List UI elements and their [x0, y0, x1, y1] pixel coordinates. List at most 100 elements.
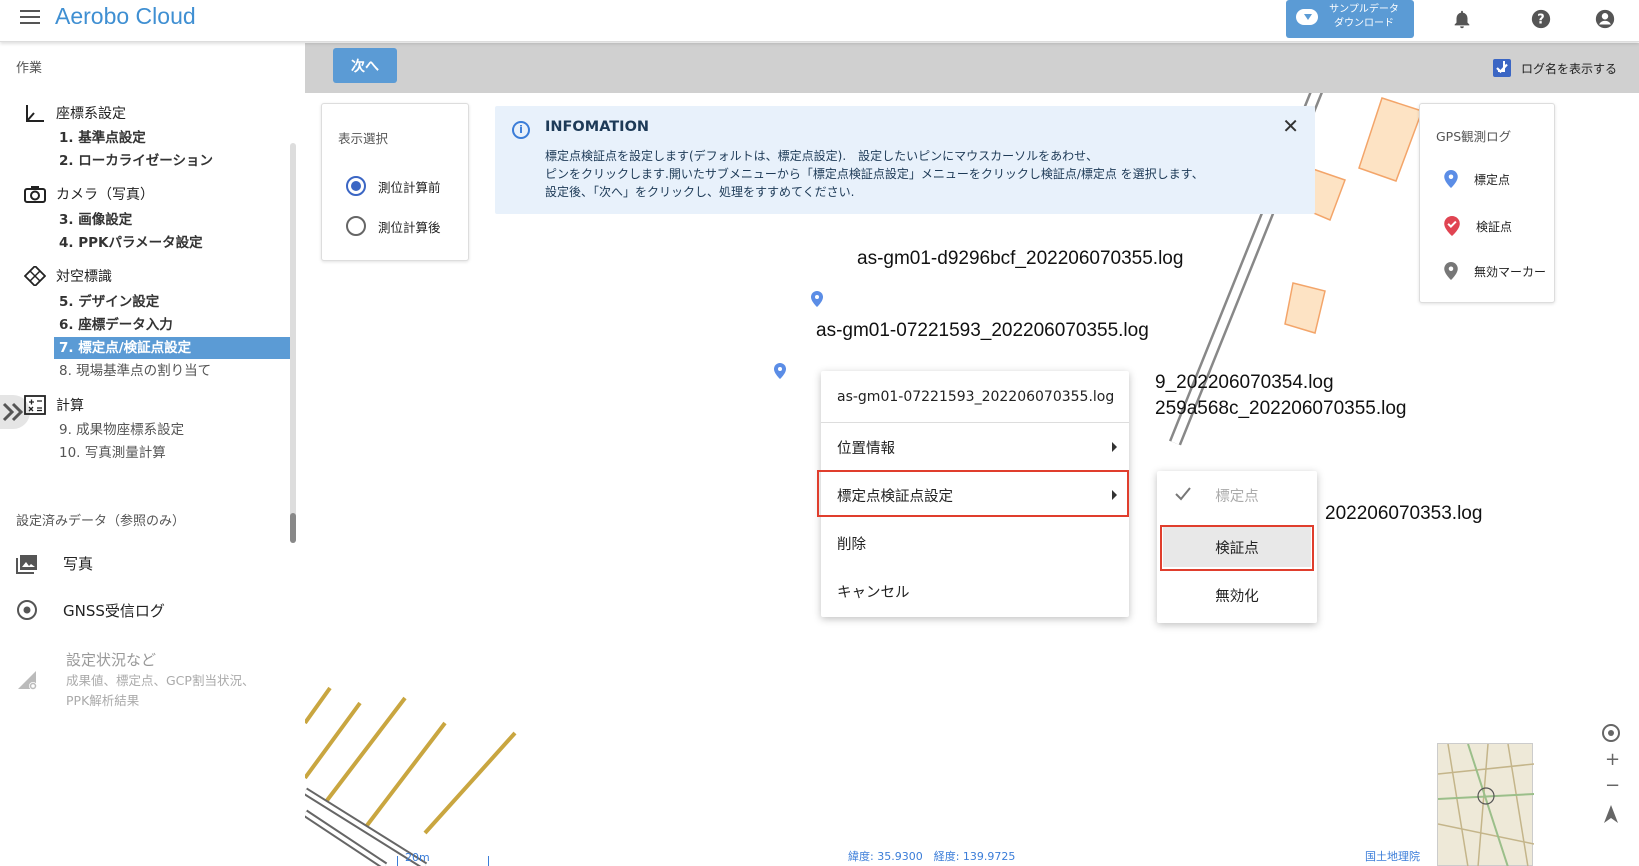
sidebar-scrollbar[interactable]	[290, 143, 296, 543]
sidebar-item-design[interactable]: 5. デザイン設定	[54, 291, 290, 313]
map-log-label: as-gm01-d9296bcf_202206070355.log	[857, 248, 1184, 269]
legend-item-invalid: 無効マーカー	[1444, 262, 1546, 280]
calculator-icon	[24, 395, 46, 415]
display-select-title: 表示選択	[338, 131, 389, 146]
map-log-label: 202206070353.log	[1325, 503, 1483, 524]
radio-unselected-icon[interactable]	[346, 216, 366, 236]
radio-label: 測位計算前	[378, 179, 441, 195]
menu-item-location[interactable]: 位置情報	[821, 427, 1129, 467]
photo-icon	[16, 554, 37, 574]
sidebar-item-localization[interactable]: 2. ローカライゼーション	[54, 150, 290, 172]
ref-item-gnss-log[interactable]: GNSS受信ログ	[16, 599, 165, 621]
sidebar-item-photogrammetry[interactable]: 10. 写真測量計算	[54, 442, 290, 464]
ref-data-title: 設定済みデータ（参照のみ）	[16, 514, 186, 529]
pin-gray-icon	[1444, 262, 1458, 280]
info-banner: i INFOMATION 標定点検証点を設定します(デフォルトは、標定点設定).…	[495, 106, 1315, 214]
legend-item-gcp: 標定点	[1444, 170, 1510, 188]
show-logname-checkbox[interactable]	[1492, 59, 1511, 77]
settings-status-icon	[16, 667, 40, 695]
status-description: 成果値、標定点、GCP割当状況、 PPK解析結果	[66, 671, 254, 711]
sidebar-item-base-point[interactable]: 1. 基準点設定	[54, 127, 290, 149]
info-line: 標定点検証点を設定します(デフォルトは、標定点設定). 設定したいピンにマウスカ…	[545, 149, 1099, 163]
close-icon[interactable]: ✕	[1282, 114, 1299, 138]
sidebar-item-site-base-assign[interactable]: 8. 現場基準点の割り当て	[54, 360, 290, 382]
attribution-link[interactable]: 国土地理院	[1365, 848, 1420, 864]
section-label: カメラ（写真）	[56, 187, 154, 203]
ref-item-label: 写真	[63, 555, 94, 573]
pin-blue-icon[interactable]	[774, 363, 786, 379]
submenu-item-label: 標定点	[1215, 488, 1259, 505]
toolbar: 次へ ログ名を表示する	[305, 43, 1639, 93]
submenu-item-disable[interactable]: 無効化	[1157, 575, 1317, 615]
chevron-right-icon	[1112, 442, 1117, 452]
section-coordinate-system: 座標系設定	[24, 103, 126, 123]
ref-item-label: GNSS受信ログ	[63, 601, 165, 620]
info-title: INFOMATION	[545, 119, 650, 135]
map-area[interactable]: 次へ ログ名を表示する 表示選択 測位計算前 測位計算後 i INFOMATIO…	[305, 43, 1639, 866]
show-logname-toggle[interactable]: ログ名を表示する	[1492, 59, 1617, 77]
legend-label: 標定点	[1474, 172, 1511, 187]
scale-label: 20m	[405, 851, 430, 864]
show-logname-label: ログ名を表示する	[1520, 61, 1617, 76]
section-gcp-marker: 対空標識	[24, 266, 112, 286]
menu-item-delete[interactable]: 削除	[821, 523, 1129, 563]
zoom-in-button[interactable]: +	[1605, 749, 1620, 770]
radio-after-calc[interactable]: 測位計算後	[346, 216, 441, 236]
menu-item-cancel[interactable]: キャンセル	[821, 571, 1129, 611]
section-calculation: 計算	[24, 395, 84, 415]
locate-icon[interactable]	[1601, 723, 1621, 743]
sample-download-button[interactable]: サンプルデータ ダウンロード	[1286, 0, 1414, 38]
gnss-icon	[17, 600, 37, 620]
map-log-label: 9_202206070354.log	[1155, 372, 1334, 393]
status-desc-line: 成果値、標定点、GCP割当状況、	[66, 673, 255, 688]
sidebar-item-output-coord[interactable]: 9. 成果物座標系設定	[54, 419, 290, 441]
target-diamond-icon	[24, 266, 46, 286]
context-menu-header: as-gm01-07221593_202206070355.log	[821, 371, 1129, 423]
sidebar-item-image-settings[interactable]: 3. 画像設定	[54, 209, 290, 231]
section-label: 対空標識	[56, 269, 112, 285]
account-icon[interactable]	[1594, 8, 1616, 30]
minimap[interactable]	[1437, 743, 1535, 866]
legend-label: 検証点	[1476, 219, 1513, 234]
legend-label: 無効マーカー	[1474, 264, 1547, 279]
help-icon[interactable]: ?	[1530, 8, 1552, 30]
compass-icon[interactable]	[1603, 805, 1619, 823]
map-log-label: as-gm01-07221593_202206070355.log	[816, 320, 1149, 341]
app-title[interactable]: Aerobo Cloud	[55, 3, 196, 30]
pin-blue-icon[interactable]	[811, 291, 823, 307]
ref-item-photos[interactable]: 写真	[16, 553, 93, 574]
radio-before-calc[interactable]: 測位計算前	[346, 176, 441, 196]
sidebar-item-coord-input[interactable]: 6. 座標データ入力	[54, 314, 290, 336]
section-camera: カメラ（写真）	[24, 184, 154, 204]
scrollbar-thumb[interactable]	[290, 513, 296, 543]
sidebar: 作業 座標系設定 1. 基準点設定 2. ローカライゼーション カメラ（写真） …	[0, 43, 305, 866]
work-title: 作業	[16, 61, 43, 76]
check-icon	[1175, 487, 1191, 501]
status-desc-line: PPK解析結果	[66, 693, 140, 708]
highlight-box	[817, 470, 1129, 517]
info-line: ピンをクリックします.開いたサブメニューから「標定点検証点設定」メニューをクリッ…	[545, 167, 1204, 181]
pin-check-icon	[1444, 216, 1460, 236]
radio-selected-icon[interactable]	[346, 176, 366, 196]
cloud-download-icon	[1296, 9, 1318, 25]
coordinates-readout: 緯度: 35.9300 経度: 139.9725	[848, 850, 1016, 863]
camera-icon	[24, 186, 46, 203]
map-log-label: 259a568c_202206070355.log	[1155, 398, 1407, 419]
sidebar-item-gcp-checkpoint[interactable]: 7. 標定点/検証点設定	[54, 337, 290, 359]
menu-item-label: 位置情報	[837, 440, 895, 457]
axis-icon	[26, 105, 44, 122]
next-button[interactable]: 次へ	[333, 48, 397, 83]
highlight-box	[1160, 525, 1314, 571]
menu-icon[interactable]	[20, 10, 40, 26]
bell-icon[interactable]	[1451, 8, 1473, 30]
download-label-line2: ダウンロード	[1334, 18, 1394, 29]
submenu-item-gcp[interactable]: 標定点	[1157, 475, 1317, 515]
display-select-panel: 表示選択 測位計算前 測位計算後	[321, 103, 469, 261]
zoom-out-button[interactable]: −	[1605, 775, 1620, 796]
sidebar-item-ppk-params[interactable]: 4. PPKパラメータ設定	[54, 232, 290, 254]
section-label: 計算	[56, 398, 84, 414]
legend-title: GPS観測ログ	[1436, 129, 1512, 144]
top-app-bar: Aerobo Cloud サンプルデータ ダウンロード ?	[0, 0, 1639, 42]
pin-blue-icon	[1444, 170, 1458, 188]
download-label-line1: サンプルデータ	[1329, 4, 1399, 15]
